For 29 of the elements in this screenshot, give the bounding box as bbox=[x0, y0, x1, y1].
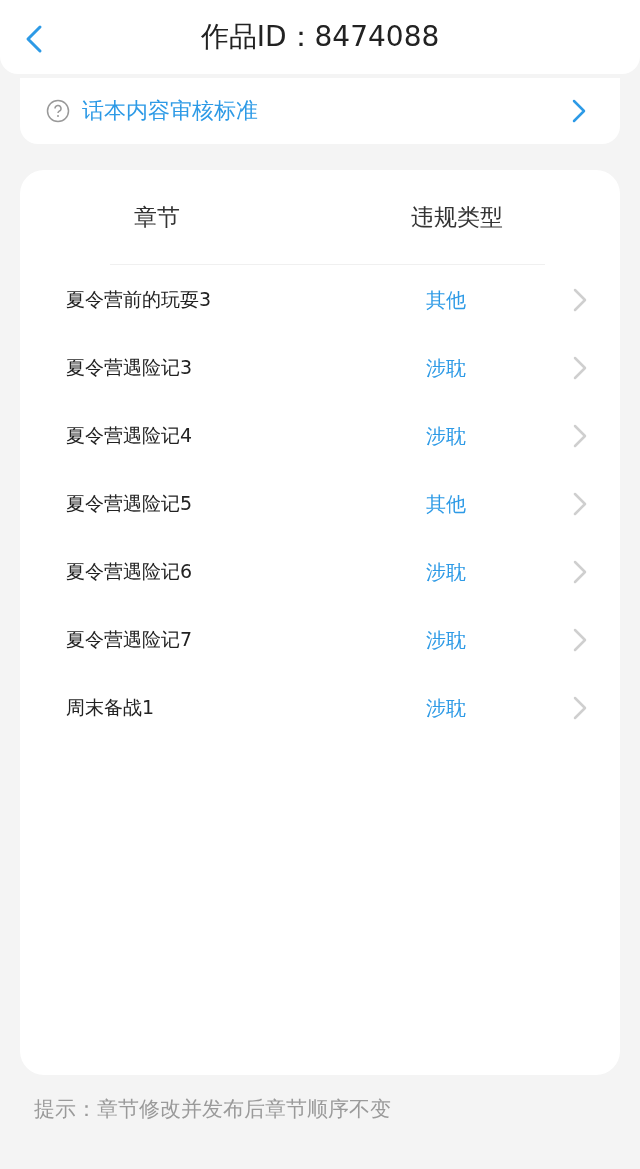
column-header: 违规类型 bbox=[410, 202, 504, 232]
chapter-name: 夏令营遇险记5 bbox=[66, 491, 194, 516]
chapter-name: 夏令营遇险记4 bbox=[66, 423, 194, 448]
violation-type: 其他 bbox=[425, 490, 467, 518]
chapter-name: 周末备战1 bbox=[66, 695, 156, 720]
chevron-right-icon[interactable] bbox=[573, 492, 587, 516]
violation-type: 涉耽 bbox=[425, 354, 467, 382]
chapter-name: 夏令营前的玩耍3 bbox=[66, 287, 213, 312]
back-button[interactable] bbox=[24, 24, 44, 54]
review-standard-link[interactable]: 话本内容审核标准 bbox=[20, 78, 620, 144]
chapter-name: 夏令营遇险记6 bbox=[66, 559, 194, 584]
chevron-right-icon[interactable] bbox=[573, 628, 587, 652]
violation-type: 其他 bbox=[425, 286, 467, 314]
column-header: 章节 bbox=[133, 202, 181, 232]
chevron-right-icon[interactable] bbox=[573, 356, 587, 380]
hint-text: 提示：章节修改并发布后章节顺序不变 bbox=[34, 1097, 391, 1121]
help-icon bbox=[46, 99, 70, 123]
violation-type: 涉耽 bbox=[425, 694, 467, 722]
chevron-right-icon[interactable] bbox=[573, 424, 587, 448]
chevron-right-icon[interactable] bbox=[573, 560, 587, 584]
violation-type: 涉耽 bbox=[425, 558, 467, 586]
chapter-name: 夏令营遇险记7 bbox=[66, 627, 194, 652]
chevron-right-icon[interactable] bbox=[573, 696, 587, 720]
violation-type: 涉耽 bbox=[425, 626, 467, 654]
chapter-name: 夏令营遇险记3 bbox=[66, 355, 194, 380]
chevron-right-icon[interactable] bbox=[573, 288, 587, 312]
violation-type: 涉耽 bbox=[425, 422, 467, 450]
page-title: 作品ID：8474088 bbox=[200, 19, 440, 55]
chevron-right-icon[interactable] bbox=[572, 99, 586, 123]
